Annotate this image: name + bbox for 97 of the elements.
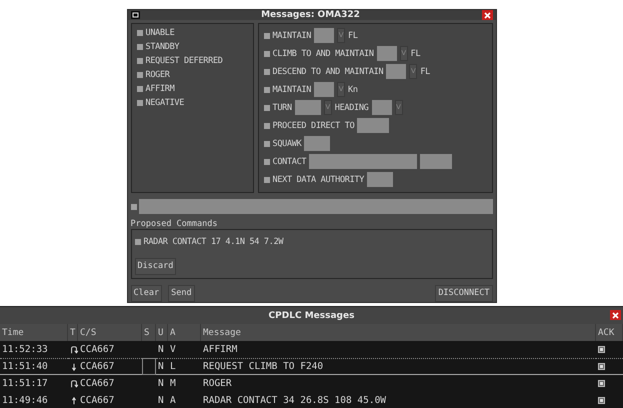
- input-field[interactable]: [386, 64, 406, 79]
- up-arrow-icon: [70, 396, 78, 406]
- group-legend: Proposed Commands: [130, 219, 492, 229]
- checkbox[interactable]: [264, 176, 270, 182]
- ack-checkbox[interactable]: [598, 380, 605, 387]
- response-option[interactable]: STANDBY: [146, 42, 180, 52]
- a-cell-text: V: [169, 343, 177, 357]
- input-field[interactable]: [372, 100, 392, 115]
- input-field[interactable]: [420, 154, 452, 169]
- input-field[interactable]: [367, 172, 394, 187]
- command-label: CLIMB TO AND MAINTAIN: [272, 48, 374, 58]
- column-header[interactable]: T: [68, 324, 78, 341]
- ack-checkbox[interactable]: [598, 397, 605, 404]
- down-arrow-icon: [70, 362, 78, 372]
- command-label: PROCEED DIRECT TO: [272, 120, 354, 130]
- input-field[interactable]: [314, 82, 334, 97]
- command-label: Kn: [348, 84, 358, 94]
- send-button[interactable]: Send: [168, 284, 195, 302]
- response-option[interactable]: AFFIRM: [146, 84, 174, 94]
- checkbox[interactable]: [264, 140, 270, 146]
- status-cell: [142, 358, 156, 375]
- column-header[interactable]: U: [156, 324, 168, 341]
- ack-checkbox[interactable]: [598, 346, 605, 353]
- disconnect-button[interactable]: DISCONNECT: [435, 284, 492, 302]
- checkbox[interactable]: [264, 32, 270, 38]
- column-header[interactable]: ACK: [596, 324, 623, 341]
- column-header[interactable]: Message: [201, 324, 596, 341]
- command-label: HEADING: [334, 102, 369, 112]
- window-menu-icon[interactable]: [130, 11, 140, 19]
- command-label: FL: [410, 48, 420, 58]
- column-header[interactable]: Time: [0, 324, 68, 341]
- return-arrow-icon: [70, 344, 78, 354]
- checkbox[interactable]: [136, 44, 142, 50]
- a-cell-text: M: [169, 377, 177, 391]
- checkbox[interactable]: [136, 86, 142, 92]
- a-cell: L: [168, 358, 201, 375]
- message-cell-text: AFFIRM: [202, 343, 238, 357]
- response-option[interactable]: REQUEST DEFERRED: [146, 56, 223, 66]
- close-button[interactable]: [610, 310, 621, 320]
- time-cell-text: 11:52:33: [1, 343, 49, 357]
- u-cell: N: [156, 358, 168, 375]
- time-cell-text: 11:49:46: [1, 394, 49, 408]
- checkbox[interactable]: [136, 72, 142, 78]
- checkbox[interactable]: [130, 204, 136, 210]
- u-cell-text: N: [157, 394, 165, 408]
- command-label: FL: [420, 66, 430, 76]
- checkbox[interactable]: [264, 158, 270, 164]
- input-field[interactable]: [376, 46, 397, 61]
- discard-button[interactable]: Discard: [134, 258, 176, 274]
- callsign-cell-text: CCA667: [79, 343, 116, 357]
- checkbox[interactable]: [264, 122, 270, 128]
- response-option[interactable]: UNABLE: [146, 28, 174, 38]
- checkbox[interactable]: [264, 86, 270, 92]
- column-header[interactable]: A: [168, 324, 201, 341]
- checkbox[interactable]: [136, 30, 142, 36]
- command-label: CONTACT: [272, 156, 306, 166]
- column-header[interactable]: S: [142, 324, 156, 341]
- input-field[interactable]: [314, 28, 334, 43]
- message-cell-text: ROGER: [202, 377, 233, 391]
- checkbox[interactable]: [264, 104, 270, 110]
- clear-button[interactable]: Clear: [130, 284, 162, 302]
- column-header[interactable]: C/S: [78, 324, 142, 341]
- command-label: TURN: [272, 102, 292, 112]
- time-cell-text: 11:51:17: [1, 377, 49, 391]
- command-label: DESCEND TO AND MAINTAIN: [272, 66, 384, 76]
- command-label: SQUAWK: [272, 138, 302, 148]
- window-title: Messages: OMA322: [261, 10, 360, 20]
- response-option[interactable]: NEGATIVE: [146, 98, 184, 108]
- checkbox[interactable]: [134, 238, 140, 244]
- command-label: MAINTAIN: [272, 84, 312, 94]
- ack-checkbox[interactable]: [598, 363, 605, 370]
- time-cell: 11:51:40: [0, 358, 68, 375]
- message-input-field[interactable]: [138, 199, 492, 214]
- command-label: MAINTAIN: [272, 30, 312, 40]
- checkbox[interactable]: [136, 58, 142, 64]
- callsign-cell: CCA667: [78, 358, 142, 375]
- a-cell-text: A: [169, 394, 177, 408]
- u-cell-text: N: [157, 343, 165, 357]
- window-title: CPDLC Messages: [268, 310, 354, 320]
- input-field[interactable]: [309, 154, 418, 169]
- checkbox[interactable]: [136, 100, 142, 106]
- callsign-cell-text: CCA667: [79, 394, 116, 408]
- message-cell-text: RADAR CONTACT 34 26.8S 108 45.0W: [202, 394, 388, 408]
- close-button[interactable]: [482, 10, 492, 20]
- command-label: NEXT DATA AUTHORITY: [272, 174, 364, 184]
- command-label: FL: [348, 30, 358, 40]
- return-arrow-icon: [70, 378, 78, 388]
- input-field[interactable]: [294, 100, 321, 115]
- u-cell-text: N: [157, 377, 165, 391]
- input-field[interactable]: [304, 136, 330, 151]
- callsign-cell-text: CCA667: [79, 377, 116, 391]
- response-option[interactable]: ROGER: [146, 70, 170, 80]
- checkbox[interactable]: [264, 68, 270, 74]
- input-field[interactable]: [357, 118, 390, 133]
- proposed-command[interactable]: RADAR CONTACT 17 4.1N 54 7.2W: [144, 236, 284, 246]
- message-cell: REQUEST CLIMB TO F240: [201, 358, 596, 375]
- checkbox[interactable]: [264, 50, 270, 56]
